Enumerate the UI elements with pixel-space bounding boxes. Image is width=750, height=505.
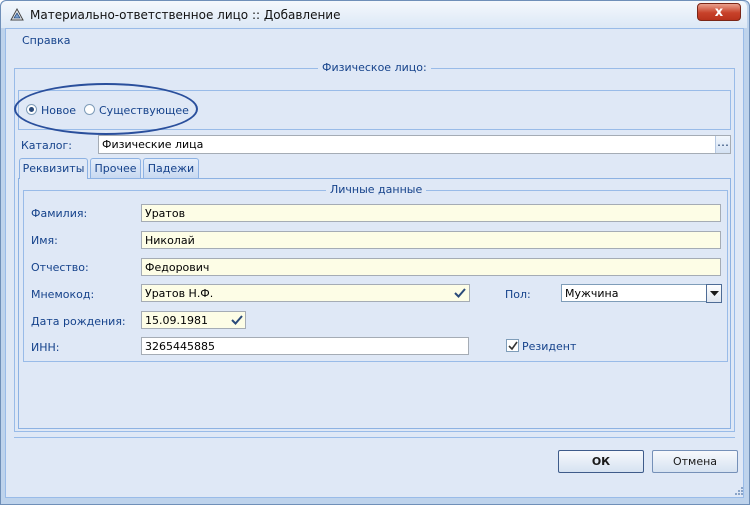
personal-legend: Личные данные: [326, 183, 427, 196]
inn-input[interactable]: 3265445885: [141, 337, 469, 355]
gender-label: Пол:: [505, 288, 531, 301]
mnemo-label: Мнемокод:: [31, 288, 95, 301]
resident-checkbox[interactable]: [506, 339, 519, 352]
gender-select[interactable]: Мужчина: [561, 284, 722, 302]
name-label: Имя:: [31, 234, 58, 247]
ok-button[interactable]: ОК: [558, 450, 644, 473]
surname-input[interactable]: Уратов: [141, 204, 721, 222]
tab-cases[interactable]: Падежи: [143, 158, 199, 178]
close-button[interactable]: x: [697, 3, 741, 21]
resize-grip-icon[interactable]: [734, 486, 744, 496]
catalog-value: Физические лица: [102, 138, 204, 151]
cancel-button[interactable]: Отмена: [652, 450, 738, 473]
resident-label: Резидент: [522, 340, 577, 353]
catalog-browse-button[interactable]: …: [715, 136, 730, 153]
window-title: Материально-ответственное лицо :: Добавл…: [30, 8, 341, 22]
footer-divider: [14, 437, 735, 438]
name-input[interactable]: Николай: [141, 231, 721, 249]
tab-other[interactable]: Прочее: [90, 158, 141, 178]
tab-requisites[interactable]: Реквизиты: [19, 158, 88, 179]
surname-label: Фамилия:: [31, 207, 88, 220]
menu-help[interactable]: Справка: [22, 34, 70, 47]
gender-dropdown-button[interactable]: [706, 284, 722, 303]
annotation-ellipse: [14, 83, 198, 135]
date-check-icon[interactable]: [230, 314, 244, 326]
check-mark-icon[interactable]: [453, 287, 467, 299]
inn-label: ИНН:: [31, 341, 60, 354]
person-legend: Физическое лицо:: [318, 61, 431, 74]
catalog-label: Каталог:: [21, 139, 72, 152]
birth-label: Дата рождения:: [31, 315, 126, 328]
close-icon: x: [714, 5, 724, 20]
mnemo-input[interactable]: Уратов Н.Ф.: [141, 284, 470, 302]
catalog-field[interactable]: Физические лица: [98, 135, 731, 154]
ellipsis-icon: …: [717, 135, 729, 149]
checkbox-check-icon: [508, 341, 518, 351]
chevron-down-icon: [710, 291, 719, 296]
patronymic-label: Отчество:: [31, 261, 89, 274]
patronymic-input[interactable]: Федорович: [141, 258, 721, 276]
app-icon: [10, 7, 24, 21]
